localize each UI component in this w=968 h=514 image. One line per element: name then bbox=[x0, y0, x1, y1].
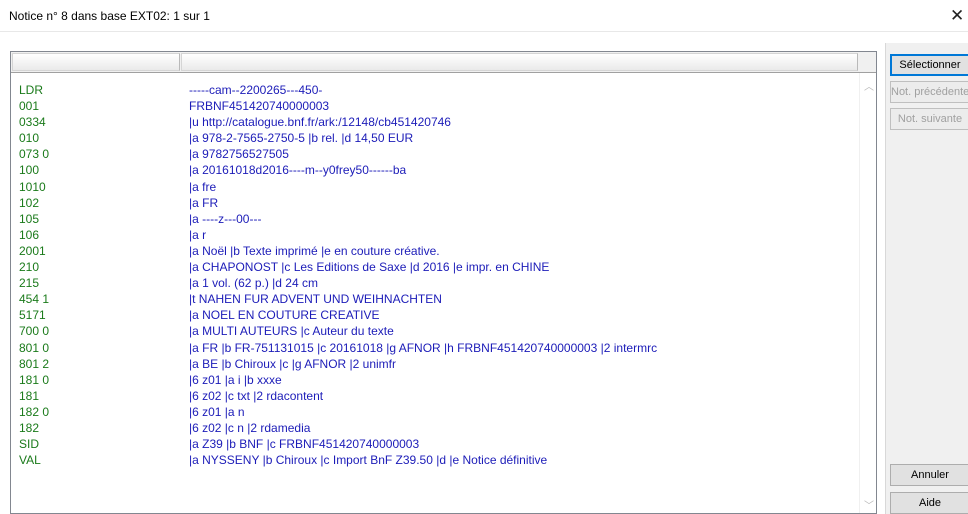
record-tag: 215 bbox=[19, 276, 40, 291]
record-tag: 105 bbox=[19, 211, 40, 226]
record-value: |a Noël |b Texte imprimé |e en couture c… bbox=[189, 243, 440, 258]
record-value: |a fre bbox=[189, 179, 217, 194]
record-tag: 102 bbox=[19, 195, 40, 210]
vertical-scrollbar[interactable]: ︿ ﹀ bbox=[859, 73, 876, 513]
list-header bbox=[11, 52, 876, 73]
record-value: |a BE |b Chiroux |c |g AFNOR |2 unimfr bbox=[189, 356, 396, 371]
record-value: |t NAHEN FUR ADVENT UND WEIHNACHTEN bbox=[189, 292, 442, 307]
record-tag: 100 bbox=[19, 163, 40, 178]
record-row[interactable]: 215 |a 1 vol. (62 p.) |d 24 cm bbox=[11, 275, 859, 291]
record-tag: 106 bbox=[19, 227, 40, 242]
record-row[interactable]: 5171 |a NOEL EN COUTURE CREATIVE bbox=[11, 307, 859, 323]
record-value: |a FR |b FR-751131015 |c 20161018 |g AFN… bbox=[189, 340, 658, 355]
record-tag: 210 bbox=[19, 260, 40, 275]
record-value: |6 z02 |c txt |2 rdacontent bbox=[189, 388, 324, 403]
record-row[interactable]: 181 |6 z02 |c txt |2 rdacontent bbox=[11, 388, 859, 404]
record-tag: 0334 bbox=[19, 115, 46, 130]
record-tag: 801 2 bbox=[19, 356, 50, 371]
record-row[interactable]: 2001 |a Noël |b Texte imprimé |e en coutu… bbox=[11, 243, 859, 259]
record-tag: 181 0 bbox=[19, 372, 50, 387]
record-value: |a 20161018d2016----m--y0frey50------ba bbox=[189, 163, 407, 178]
record-row[interactable]: VAL |a NYSSENY |b Chiroux |c Import BnF Z… bbox=[11, 452, 859, 468]
record-row[interactable]: 801 2 |a BE |b Chiroux |c |g AFNOR |2 uni… bbox=[11, 356, 859, 372]
next-record-button[interactable]: Not. suivante bbox=[890, 108, 968, 130]
record-row[interactable]: 100 |a 20161018d2016----m--y0frey50------… bbox=[11, 162, 859, 178]
close-icon[interactable]: ✕ bbox=[950, 5, 968, 27]
help-button[interactable]: Aide bbox=[890, 492, 968, 514]
record-row[interactable]: 210 |a CHAPONOST |c Les Editions de Saxe … bbox=[11, 259, 859, 275]
record-value: |a 978-2-7565-2750-5 |b rel. |d 14,50 EU… bbox=[189, 131, 414, 146]
record-value: |a Z39 |b BNF |c FRBNF451420740000003 bbox=[189, 437, 420, 452]
record-tag: 700 0 bbox=[19, 324, 50, 339]
record-row[interactable]: 073 0 |a 9782756527505 bbox=[11, 146, 859, 162]
record-value: |a r bbox=[189, 227, 207, 242]
record-tag: 2001 bbox=[19, 243, 46, 258]
record-row[interactable]: 106 |a r bbox=[11, 227, 859, 243]
record-row[interactable]: SID |a Z39 |b BNF |c FRBNF451420740000003 bbox=[11, 436, 859, 452]
record-value: |a 9782756527505 bbox=[189, 147, 289, 162]
record-value: |6 z01 |a n bbox=[189, 404, 245, 419]
record-value: |a CHAPONOST |c Les Editions de Saxe |d … bbox=[189, 260, 550, 275]
cancel-button[interactable]: Annuler bbox=[890, 464, 968, 486]
record-tag: VAL bbox=[19, 453, 41, 468]
record-row[interactable]: 181 0 |6 z01 |a i |b xxxe bbox=[11, 372, 859, 388]
record-tag: 181 bbox=[19, 388, 40, 403]
record-tag: 5171 bbox=[19, 308, 46, 323]
record-value: FRBNF451420740000003 bbox=[189, 99, 330, 114]
record-value: |a NYSSENY |b Chiroux |c Import BnF Z39.… bbox=[189, 453, 548, 468]
record-value: |u http://catalogue.bnf.fr/ark:/12148/cb… bbox=[189, 115, 451, 130]
record-row[interactable]: 454 1 |t NAHEN FUR ADVENT UND WEIHNACHTEN bbox=[11, 291, 859, 307]
record-row[interactable]: 102 |a FR bbox=[11, 195, 859, 211]
record-row[interactable]: 001 FRBNF451420740000003 bbox=[11, 98, 859, 114]
record-row[interactable]: 1010 |a fre bbox=[11, 179, 859, 195]
window-titlebar: Notice n° 8 dans base EXT02: 1 sur 1 ✕ bbox=[0, 0, 968, 32]
column-header-tag[interactable] bbox=[12, 53, 180, 71]
column-header-value[interactable] bbox=[181, 53, 858, 71]
record-value: |a 1 vol. (62 p.) |d 24 cm bbox=[189, 276, 318, 291]
record-row[interactable]: 182 |6 z02 |c n |2 rdamedia bbox=[11, 420, 859, 436]
record-value: |a FR bbox=[189, 195, 219, 210]
record-row[interactable]: 105 |a ----z---00--- bbox=[11, 211, 859, 227]
record-value: -----cam--2200265---450- bbox=[189, 83, 323, 97]
record-value: |6 z01 |a i |b xxxe bbox=[189, 372, 282, 387]
record-tag: LDR bbox=[19, 83, 44, 97]
record-tag: 182 bbox=[19, 420, 40, 435]
record-row[interactable]: LDR -----cam--2200265---450- bbox=[11, 82, 859, 98]
previous-record-button[interactable]: Not. précédente bbox=[890, 81, 968, 103]
record-value: |6 z02 |c n |2 rdamedia bbox=[189, 420, 311, 435]
record-value: |a MULTI AUTEURS |c Auteur du texte bbox=[189, 324, 394, 339]
record-listbox[interactable]: LDR -----cam--2200265---450- 001 FRBNF45142… bbox=[10, 51, 877, 514]
record-tag: 801 0 bbox=[19, 340, 50, 355]
record-tag: 454 1 bbox=[19, 292, 50, 307]
record-rows: LDR -----cam--2200265---450- 001 FRBNF45142… bbox=[11, 82, 859, 468]
record-value: |a NOEL EN COUTURE CREATIVE bbox=[189, 308, 380, 323]
select-button[interactable]: Sélectionner bbox=[890, 54, 968, 76]
record-row[interactable]: 182 0 |6 z01 |a n bbox=[11, 404, 859, 420]
record-row[interactable]: 700 0 |a MULTI AUTEURS |c Auteur du texte bbox=[11, 323, 859, 339]
record-tag: 182 0 bbox=[19, 404, 50, 419]
record-tag: 1010 bbox=[19, 179, 46, 194]
record-row[interactable]: 0334 |u http://catalogue.bnf.fr/ark:/1214… bbox=[11, 114, 859, 130]
record-tag: 001 bbox=[19, 99, 40, 114]
scroll-down-icon[interactable]: ﹀ bbox=[864, 502, 874, 512]
scroll-up-icon[interactable]: ︿ bbox=[864, 83, 874, 93]
record-tag: SID bbox=[19, 437, 40, 452]
record-tag: 010 bbox=[19, 131, 40, 146]
record-row[interactable]: 801 0 |a FR |b FR-751131015 |c 20161018 |… bbox=[11, 340, 859, 356]
action-panel: Sélectionner Not. précédente Not. suivan… bbox=[885, 43, 968, 514]
window-title: Notice n° 8 dans base EXT02: 1 sur 1 bbox=[9, 9, 210, 23]
record-value: |a ----z---00--- bbox=[189, 211, 262, 226]
record-tag: 073 0 bbox=[19, 147, 50, 162]
record-row[interactable]: 010 |a 978-2-7565-2750-5 |b rel. |d 14,50… bbox=[11, 130, 859, 146]
